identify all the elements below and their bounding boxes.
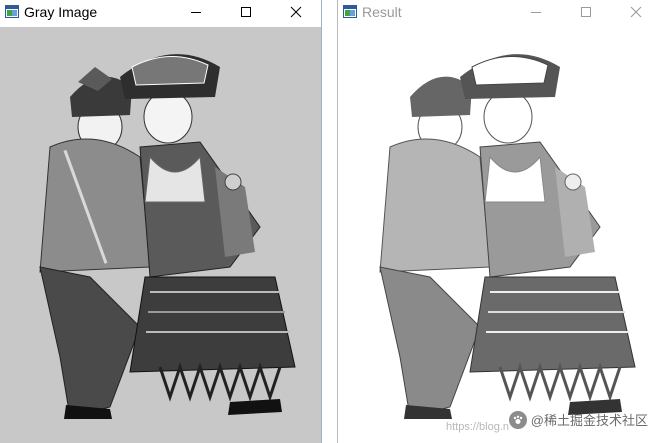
maximize-button[interactable] [234, 2, 258, 22]
close-button[interactable] [284, 2, 308, 22]
gray-image-titlebar[interactable]: Gray Image [0, 0, 321, 26]
close-icon [290, 6, 302, 18]
watermark-text: @稀土掘金技术社区 [530, 413, 648, 428]
minimize-button[interactable] [524, 2, 548, 22]
maximize-icon [241, 7, 251, 17]
window-title: Gray Image [24, 4, 98, 20]
minimize-icon [531, 12, 541, 13]
grayscale-dancing-couple-image [39, 54, 296, 419]
close-icon [630, 6, 642, 18]
sketch-dancing-couple-image [379, 54, 636, 419]
close-button[interactable] [624, 2, 648, 22]
app-window-icon [343, 5, 357, 18]
girl-figure-sketch [460, 54, 636, 415]
maximize-icon [581, 7, 591, 17]
gray-image-canvas [0, 27, 321, 443]
minimize-button[interactable] [184, 2, 208, 22]
result-canvas: https://blog.n @稀土掘金技术社区 [338, 27, 662, 443]
gray-image-window[interactable]: Gray Image [0, 0, 322, 443]
result-titlebar[interactable]: Result [338, 0, 662, 26]
girl-figure [120, 54, 296, 415]
url-watermark: https://blog.n [446, 421, 509, 433]
paw-icon [508, 410, 527, 429]
watermark: @稀土掘金技术社区 [508, 410, 648, 429]
app-window-icon [5, 5, 19, 18]
result-window[interactable]: Result https://blog.n @稀土掘金技术社区 [337, 0, 662, 443]
minimize-icon [191, 12, 201, 13]
window-title: Result [362, 4, 402, 20]
maximize-button[interactable] [574, 2, 598, 22]
